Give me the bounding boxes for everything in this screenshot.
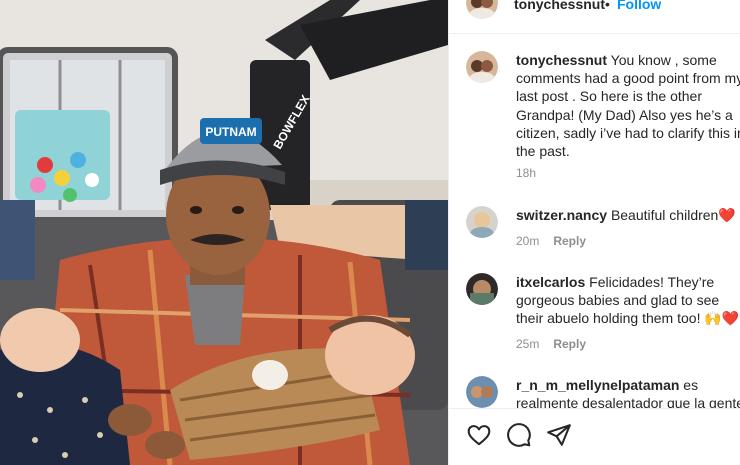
comments-list[interactable]: tonychessnut You know , some comments ha… (449, 34, 740, 408)
caption-username[interactable]: tonychessnut (516, 52, 607, 68)
comment-text: Beautiful children (610, 207, 719, 223)
emoji-reaction: 🙌❤️ (704, 310, 740, 327)
action-bar (449, 408, 740, 465)
comment-time[interactable]: 20m (516, 234, 539, 248)
post-photo[interactable]: BOWFLEX PUTNAM (0, 0, 448, 465)
caption-text: You know , some comments had a good poin… (516, 52, 740, 160)
comment-icon[interactable] (506, 422, 532, 448)
comment-username[interactable]: itxelcarlos (516, 274, 585, 290)
author-avatar[interactable] (466, 0, 498, 19)
comment-body: switzer.nancy Beautiful children❤️ (516, 206, 740, 224)
comments-panel: tonychessnut • Follow tonychessnut You k… (448, 0, 740, 465)
heart-icon[interactable] (466, 422, 492, 448)
caption-body: tonychessnut You know , some comments ha… (516, 51, 740, 160)
header-separator: • (605, 0, 610, 12)
comment-username[interactable]: switzer.nancy (516, 207, 607, 223)
comment-meta: 25m Reply (516, 337, 586, 351)
follow-button[interactable]: Follow (617, 0, 661, 12)
caption-comment: tonychessnut You know , some comments ha… (449, 51, 740, 191)
comment-meta: 20m Reply (516, 234, 586, 248)
reply-button[interactable]: Reply (553, 234, 586, 248)
comment-avatar[interactable] (466, 206, 498, 238)
comment-body: r_n_m_mellynelpataman es realmente desal… (516, 376, 740, 408)
comment-username[interactable]: r_n_m_mellynelpataman (516, 377, 679, 393)
comment-avatar[interactable] (466, 273, 498, 305)
comment-item: switzer.nancy Beautiful children❤️ 20m Re… (449, 206, 740, 256)
comment-time[interactable]: 25m (516, 337, 539, 351)
author-username[interactable]: tonychessnut (514, 0, 605, 12)
post-header: tonychessnut • Follow (449, 0, 740, 34)
caption-avatar[interactable] (466, 51, 498, 83)
comment-body: itxelcarlos Felicidades! They’re gorgeou… (516, 273, 740, 328)
heart-emoji: ❤️ (718, 207, 736, 223)
comment-avatar[interactable] (466, 376, 498, 408)
share-icon[interactable] (546, 422, 572, 448)
cap-logo-text: PUTNAM (205, 125, 256, 139)
photo-illustration: BOWFLEX PUTNAM (0, 0, 448, 465)
caption-time[interactable]: 18h (516, 166, 536, 180)
comment-item: itxelcarlos Felicidades! They’re gorgeou… (449, 273, 740, 363)
comment-item: r_n_m_mellynelpataman es realmente desal… (449, 376, 740, 408)
reply-button[interactable]: Reply (553, 337, 586, 351)
caption-meta: 18h (516, 166, 536, 180)
